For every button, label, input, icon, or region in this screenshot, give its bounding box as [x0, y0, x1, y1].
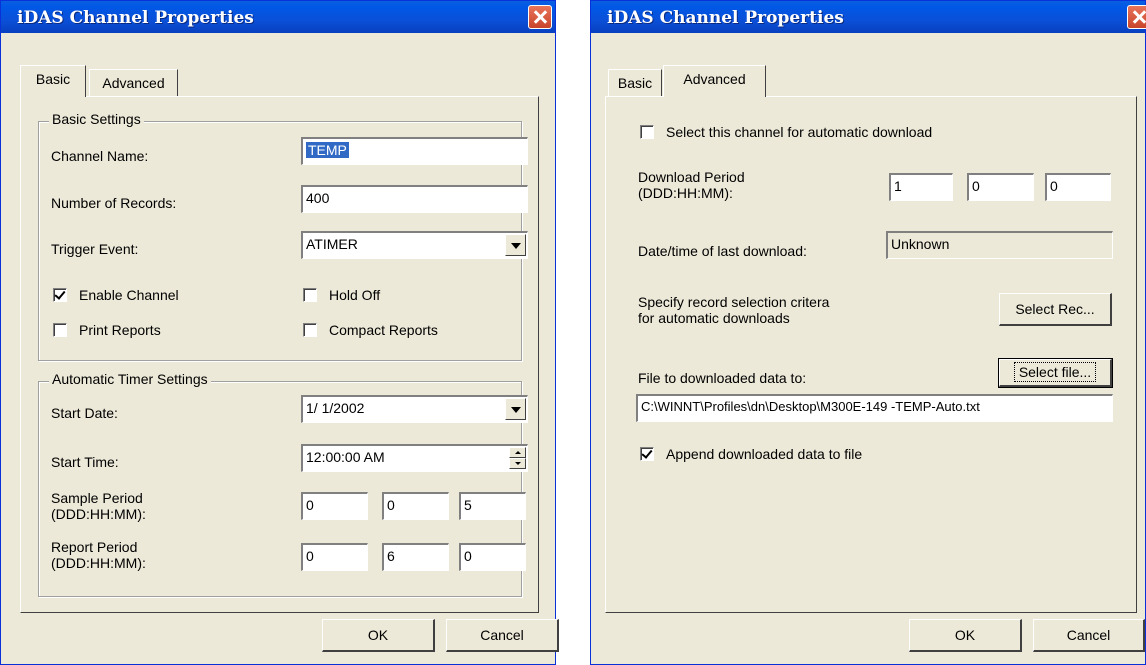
- select-file-button[interactable]: Select file...: [998, 358, 1113, 388]
- tab-panel: Select this channel for automatic downlo…: [605, 96, 1137, 613]
- ok-button-label: OK: [954, 627, 976, 643]
- download-period-minutes-value: 0: [1050, 178, 1058, 194]
- chevron-down-icon[interactable]: [505, 398, 526, 420]
- sample-period-days[interactable]: 0: [301, 492, 368, 520]
- print-reports-checkbox[interactable]: [53, 323, 67, 337]
- start-time-value: 12:00:00 AM: [306, 449, 385, 465]
- auto-download-checkbox[interactable]: [640, 125, 654, 139]
- record-criteria-label-line1: Specify record selection critera: [638, 294, 830, 310]
- ok-button[interactable]: OK: [909, 619, 1022, 652]
- channel-name-value: TEMP: [306, 142, 349, 158]
- trigger-event-label: Trigger Event:: [51, 241, 139, 257]
- file-path-value: C:\WINNT\Profiles\dn\Desktop\M300E-149 -…: [641, 399, 980, 414]
- hold-off-checkbox[interactable]: [303, 288, 317, 302]
- report-period-format: (DDD:HH:MM):: [51, 555, 146, 571]
- chevron-down-icon[interactable]: [505, 234, 526, 256]
- trigger-event-select[interactable]: ATIMER: [301, 231, 528, 259]
- cancel-button[interactable]: Cancel: [1033, 619, 1145, 652]
- file-path-field[interactable]: C:\WINNT\Profiles\dn\Desktop\M300E-149 -…: [636, 394, 1113, 422]
- report-period-days[interactable]: 0: [301, 543, 368, 571]
- sample-period-minutes[interactable]: 5: [459, 492, 526, 520]
- last-download-label: Date/time of last download:: [638, 243, 807, 259]
- select-records-button[interactable]: Select Rec...: [999, 293, 1112, 326]
- download-period-hours[interactable]: 0: [967, 173, 1034, 201]
- report-period-hours-value: 6: [387, 548, 395, 564]
- start-date-label: Start Date:: [51, 405, 118, 421]
- print-reports-label: Print Reports: [79, 322, 161, 338]
- channel-properties-dialog-advanced: iDAS Channel Properties Basic Advanced S…: [590, 0, 1146, 665]
- last-download-field: Unknown: [886, 231, 1113, 259]
- file-label: File to downloaded data to:: [638, 370, 807, 386]
- download-period-minutes[interactable]: 0: [1045, 173, 1111, 201]
- enable-channel-checkbox[interactable]: [53, 288, 67, 302]
- dialog-title: iDAS Channel Properties: [607, 8, 844, 28]
- start-time-spinner[interactable]: [509, 447, 526, 469]
- tab-advanced-label: Advanced: [102, 75, 165, 91]
- tab-advanced-label: Advanced: [683, 71, 746, 87]
- compact-reports-label: Compact Reports: [329, 322, 438, 338]
- tab-basic-label: Basic: [35, 71, 71, 87]
- basic-settings-group-label: Basic Settings: [49, 111, 144, 127]
- close-icon[interactable]: [528, 5, 552, 29]
- spin-up-icon[interactable]: [509, 447, 526, 458]
- number-of-records-field[interactable]: 400: [301, 185, 528, 213]
- number-of-records-value: 400: [306, 190, 330, 206]
- download-period-days[interactable]: 1: [889, 173, 953, 201]
- start-time-label: Start Time:: [51, 454, 119, 470]
- sample-period-hours-value: 0: [387, 497, 395, 513]
- report-period-minutes-value: 0: [464, 548, 472, 564]
- title-bar[interactable]: iDAS Channel Properties: [1, 1, 555, 33]
- sample-period-label: Sample Period: [51, 490, 143, 506]
- channel-properties-dialog-basic: iDAS Channel Properties Basic Advanced B…: [0, 0, 559, 665]
- spin-down-icon[interactable]: [509, 458, 526, 469]
- download-period-days-value: 1: [894, 178, 902, 194]
- number-of-records-label: Number of Records:: [51, 195, 177, 211]
- cancel-button[interactable]: Cancel: [446, 619, 559, 652]
- tab-panel: Basic Settings Channel Name: TEMP Number…: [20, 96, 539, 613]
- ok-button[interactable]: OK: [322, 619, 435, 652]
- enable-channel-label: Enable Channel: [79, 287, 179, 303]
- title-bar[interactable]: iDAS Channel Properties: [591, 1, 1146, 33]
- select-file-button-label: Select file...: [1013, 362, 1097, 382]
- select-records-button-label: Select Rec...: [1015, 301, 1095, 317]
- close-icon[interactable]: [1127, 5, 1146, 29]
- report-period-minutes[interactable]: 0: [459, 543, 526, 571]
- last-download-value: Unknown: [891, 236, 950, 252]
- download-period-label: Download Period: [638, 169, 745, 185]
- channel-name-label: Channel Name:: [51, 148, 149, 164]
- cancel-button-label: Cancel: [480, 627, 524, 643]
- append-data-checkbox[interactable]: [640, 447, 654, 461]
- start-time-field[interactable]: 12:00:00 AM: [301, 444, 528, 472]
- report-period-hours[interactable]: 6: [382, 543, 449, 571]
- hold-off-label: Hold Off: [329, 287, 381, 303]
- ok-button-label: OK: [367, 627, 389, 643]
- sample-period-minutes-value: 5: [464, 497, 472, 513]
- report-period-days-value: 0: [306, 548, 314, 564]
- tab-advanced[interactable]: Advanced: [663, 65, 766, 97]
- tab-basic[interactable]: Basic: [20, 65, 86, 97]
- report-period-label: Report Period: [51, 539, 138, 555]
- sample-period-days-value: 0: [306, 497, 314, 513]
- dialog-title: iDAS Channel Properties: [17, 8, 254, 28]
- download-period-hours-value: 0: [972, 178, 980, 194]
- tab-advanced[interactable]: Advanced: [89, 69, 178, 96]
- download-period-format: (DDD:HH:MM):: [638, 185, 733, 201]
- start-date-value: 1/ 1/2002: [306, 400, 365, 416]
- record-criteria-label-line2: for automatic downloads: [638, 310, 790, 326]
- sample-period-format: (DDD:HH:MM):: [51, 506, 146, 522]
- cancel-button-label: Cancel: [1066, 627, 1111, 643]
- auto-download-label: Select this channel for automatic downlo…: [666, 124, 933, 140]
- trigger-event-value: ATIMER: [306, 236, 358, 252]
- compact-reports-checkbox[interactable]: [303, 323, 317, 337]
- tab-basic[interactable]: Basic: [608, 69, 662, 96]
- start-date-select[interactable]: 1/ 1/2002: [301, 395, 528, 423]
- sample-period-hours[interactable]: 0: [382, 492, 449, 520]
- tab-basic-label: Basic: [617, 75, 653, 91]
- timer-settings-group-label: Automatic Timer Settings: [49, 371, 211, 387]
- channel-name-field[interactable]: TEMP: [301, 137, 528, 165]
- append-data-label: Append downloaded data to file: [666, 446, 863, 462]
